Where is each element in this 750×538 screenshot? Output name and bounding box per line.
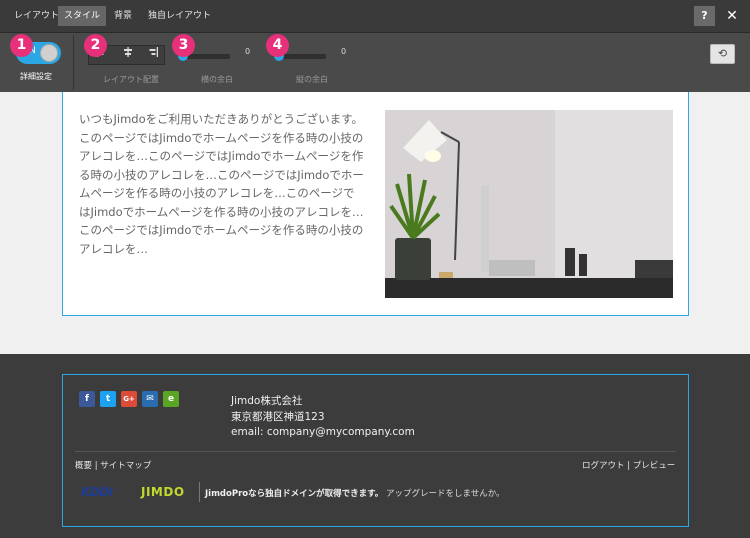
desk-lamp-plant-image <box>385 110 673 298</box>
footer-divider <box>75 451 676 452</box>
reset-button[interactable]: ⟲ <box>710 44 735 64</box>
annotation-badge-3: 3 <box>172 34 195 57</box>
content-section[interactable]: いつもJimdoをご利用いただきありがとうございます。このページではJimdoで… <box>62 92 689 316</box>
desk-photo[interactable] <box>385 110 673 298</box>
align-center-icon <box>123 47 132 57</box>
kddi-logo: KDDI <box>81 485 113 499</box>
company-address: 東京都港区神道123 <box>231 411 325 423</box>
align-right-icon <box>149 47 158 57</box>
intro-paragraph: いつもJimdoをご利用いただきありがとうございます。このページではJimdoで… <box>79 112 364 256</box>
google-plus-icon[interactable]: G+ <box>121 391 137 407</box>
tab-layout[interactable]: レイアウト <box>8 6 65 26</box>
footer-links-left[interactable]: 概要 | サイトマップ <box>75 459 151 471</box>
footer-links-right[interactable]: ログアウト | プレビュー <box>582 459 675 471</box>
help-button[interactable]: ? <box>694 6 715 26</box>
tab-custom-layout[interactable]: 独自レイアウト <box>142 6 217 26</box>
horizontal-margin-value: 0 <box>245 47 251 56</box>
horizontal-margin-label: 横の余白 <box>201 75 233 84</box>
mail-icon[interactable]: ✉ <box>142 391 158 407</box>
align-center-button[interactable] <box>115 46 140 64</box>
page-content: いつもJimdoをご利用いただきありがとうございます。このページではJimdoで… <box>0 92 750 354</box>
toggle-knob[interactable] <box>40 44 58 62</box>
detail-settings-label: 詳細設定 <box>20 72 52 81</box>
vertical-margin-value: 0 <box>341 47 347 56</box>
tab-style[interactable]: スタイル <box>58 6 107 26</box>
twitter-icon[interactable]: t <box>100 391 116 407</box>
layout-align-label: レイアウト配置 <box>103 75 159 84</box>
promo-divider <box>199 482 200 502</box>
footer: f t G+ ✉ e Jimdo株式会社 東京都港区神道123 email: c… <box>0 354 750 538</box>
promo-normal-text: アップグレードをしませんか。 <box>385 489 505 499</box>
annotation-badge-1: 1 <box>10 34 33 57</box>
upgrade-promo[interactable]: JimdoProなら独自ドメインが取得できます。 アップグレードをしませんか。 <box>205 487 505 499</box>
company-email: email: company@mycompany.com <box>231 426 415 438</box>
tab-background[interactable]: 背景 <box>108 6 138 26</box>
align-right-button[interactable] <box>140 46 165 64</box>
vertical-margin-label: 縦の余白 <box>296 75 328 84</box>
facebook-icon[interactable]: f <box>79 391 95 407</box>
jimdo-logo: JIMDO <box>141 485 185 499</box>
footer-section[interactable]: f t G+ ✉ e Jimdo株式会社 東京都港区神道123 email: c… <box>62 374 689 527</box>
close-button[interactable]: ✕ <box>723 5 741 27</box>
annotation-badge-4: 4 <box>266 34 289 57</box>
style-toolbar: ON 詳細設定 レイアウト配置 0 横の余白 0 縦の余白 ⟲ <box>0 33 750 92</box>
promo-bold-text: JimdoProなら独自ドメインが取得できます。 <box>205 489 384 499</box>
top-bar: レイアウト スタイル 背景 独自レイアウト ? ✕ <box>0 0 750 33</box>
evernote-icon[interactable]: e <box>163 391 179 407</box>
annotation-badge-2: 2 <box>84 34 107 57</box>
company-name: Jimdo株式会社 <box>231 395 303 407</box>
divider <box>73 35 74 90</box>
